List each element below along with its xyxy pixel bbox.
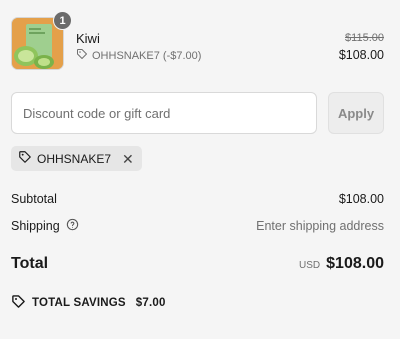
subtotal-value: $108.00 bbox=[338, 192, 384, 206]
apply-button[interactable]: Apply bbox=[328, 92, 384, 134]
discount-code-input[interactable] bbox=[11, 92, 317, 134]
quantity-badge: 1 bbox=[53, 11, 72, 30]
tag-icon bbox=[76, 48, 88, 63]
total-amount-group: USD $108.00 bbox=[299, 255, 384, 273]
tag-icon bbox=[18, 150, 32, 167]
total-row: Total USD $108.00 bbox=[11, 255, 384, 273]
close-icon[interactable]: ✕ bbox=[122, 152, 134, 166]
shipping-value: Enter shipping address bbox=[256, 219, 384, 233]
product-discount-text: OHHSNAKE7 (-$7.00) bbox=[92, 49, 202, 62]
total-savings: TOTAL SAVINGS $7.00 bbox=[11, 294, 166, 312]
shipping-label: Shipping bbox=[11, 219, 60, 233]
savings-value: $7.00 bbox=[135, 297, 166, 309]
product-discount: OHHSNAKE7 (-$7.00) bbox=[76, 48, 201, 63]
subtotal-label: Subtotal bbox=[11, 192, 57, 206]
total-label: Total bbox=[11, 255, 49, 272]
help-circle-icon[interactable] bbox=[66, 218, 79, 234]
line-item: 1 Kiwi OHHSNAKE7 (-$7.00) $115.00 $108.0… bbox=[11, 11, 384, 73]
total-value: $108.00 bbox=[326, 255, 384, 272]
discount-code-row: Apply bbox=[11, 92, 384, 134]
shipping-row: Shipping Enter shipping address bbox=[11, 218, 384, 234]
product-name: Kiwi bbox=[76, 31, 100, 46]
shipping-label-group: Shipping bbox=[11, 218, 79, 234]
currency-code: USD bbox=[299, 260, 321, 271]
savings-label: TOTAL SAVINGS bbox=[32, 297, 126, 309]
original-price: $115.00 bbox=[345, 32, 384, 44]
discounted-price: $108.00 bbox=[338, 48, 384, 62]
subtotal-row: Subtotal $108.00 bbox=[11, 192, 384, 206]
applied-discount-chip: OHHSNAKE7 ✕ bbox=[11, 146, 142, 171]
tag-icon bbox=[11, 294, 26, 312]
applied-code-label: OHHSNAKE7 bbox=[37, 151, 112, 166]
